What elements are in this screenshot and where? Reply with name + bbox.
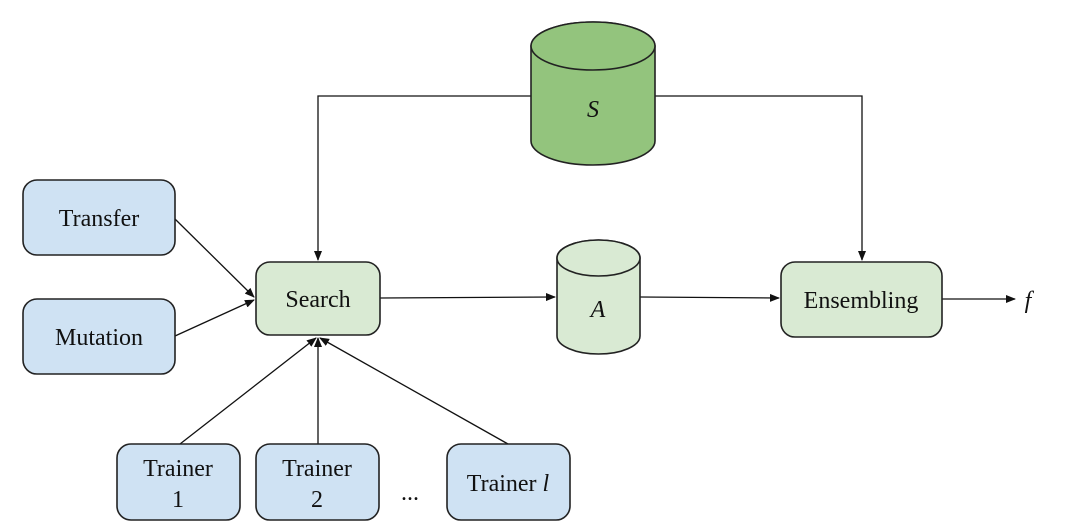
- node-mutation-label: Mutation: [55, 325, 143, 351]
- node-trainer-1-line2: 1: [172, 487, 184, 513]
- edge-mutation-to-search: [174, 299, 255, 337]
- edge-a-to-ensembling: [639, 293, 780, 302]
- node-trainer-1: Trainer 1: [116, 443, 241, 521]
- diagram-canvas: Transfer Mutation Search S A Ensembling …: [22, 21, 1035, 521]
- node-trainer-l-prefix: Trainer: [467, 471, 543, 497]
- edge-trainerl-to-search: [319, 337, 509, 445]
- datastore-a-label: A: [589, 297, 606, 323]
- node-trainer-2-line1: Trainer: [282, 456, 352, 482]
- output-f-label: f: [1025, 288, 1035, 314]
- node-transfer: Transfer: [22, 179, 176, 256]
- node-trainer-2: Trainer 2: [255, 443, 380, 521]
- datastore-s-label: S: [587, 97, 599, 123]
- edge-s-to-search: [314, 95, 531, 261]
- node-trainer-1-line1: Trainer: [143, 456, 213, 482]
- edge-search-to-a: [379, 293, 556, 302]
- trainer-ellipsis: ...: [401, 480, 419, 506]
- datastore-s: S: [530, 21, 656, 166]
- node-trainer-2-line2: 2: [311, 487, 323, 513]
- node-trainer-l-var: l: [543, 471, 550, 497]
- node-ensembling: Ensembling: [780, 261, 943, 338]
- node-search: Search: [255, 261, 381, 336]
- edge-trainer1-to-search: [179, 337, 317, 445]
- edge-s-to-ensembling: [655, 95, 866, 261]
- edge-transfer-to-search: [174, 218, 255, 298]
- node-transfer-label: Transfer: [59, 206, 139, 232]
- node-search-label: Search: [285, 287, 350, 313]
- node-trainer-l-label: Trainer l: [467, 471, 550, 497]
- node-trainer-l: Trainer l: [446, 443, 571, 521]
- node-ensembling-label: Ensembling: [804, 288, 919, 314]
- datastore-a: A: [556, 239, 641, 355]
- node-mutation: Mutation: [22, 298, 176, 375]
